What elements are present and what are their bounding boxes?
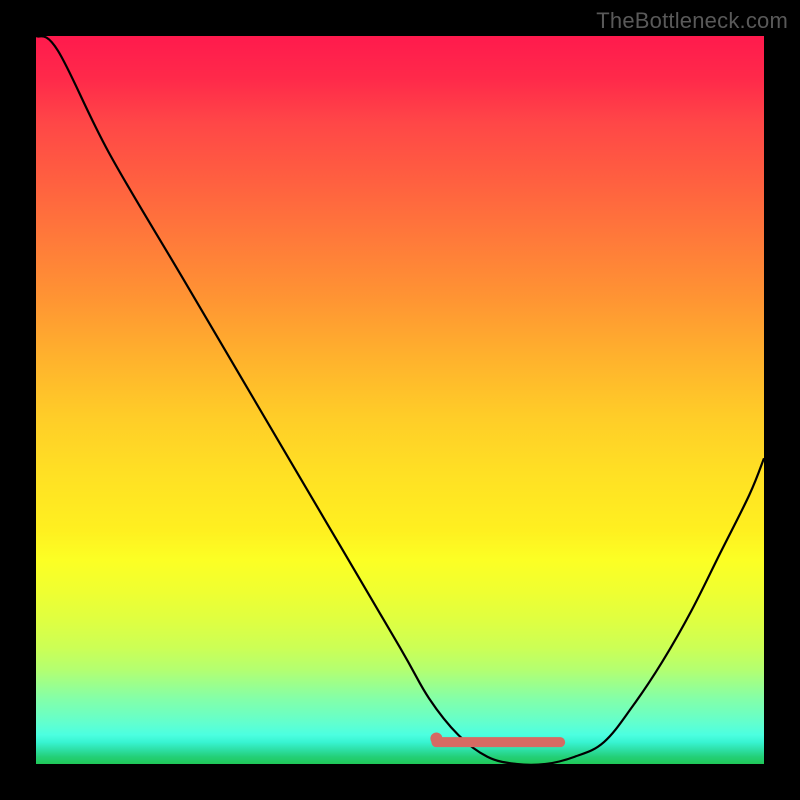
bottleneck-curve [36, 36, 764, 765]
plot-area [36, 36, 764, 764]
chart-container: TheBottleneck.com [0, 0, 800, 800]
watermark-text: TheBottleneck.com [596, 8, 788, 34]
marker-dot [430, 733, 442, 745]
curve-svg [36, 36, 764, 764]
